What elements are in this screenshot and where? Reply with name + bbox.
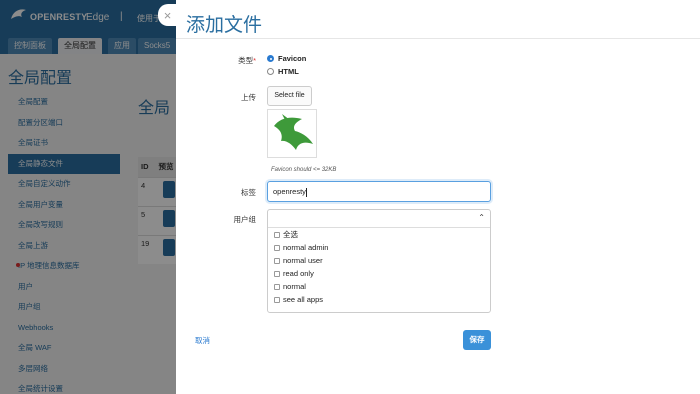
option-label: read only bbox=[283, 269, 314, 278]
favicon-preview bbox=[267, 109, 317, 158]
save-button[interactable]: 保存 bbox=[463, 330, 491, 350]
type-label: 类型* bbox=[176, 55, 256, 66]
usergroup-option[interactable]: normal bbox=[268, 280, 490, 293]
cancel-button[interactable]: 取消 bbox=[195, 335, 210, 346]
radio-html[interactable]: HTML bbox=[267, 67, 299, 76]
option-label: normal admin bbox=[283, 243, 329, 252]
usergroup-option[interactable]: normal user bbox=[268, 254, 490, 267]
text-caret bbox=[305, 187, 307, 197]
checkbox[interactable] bbox=[274, 296, 280, 303]
radio-favicon-control[interactable] bbox=[267, 55, 274, 62]
add-file-dialog: 添加文件 类型* Favicon HTML 上传 Select file Fav… bbox=[176, 0, 700, 394]
required-mark: * bbox=[253, 56, 256, 65]
radio-html-control[interactable] bbox=[267, 68, 274, 75]
usergroup-option-select-all[interactable]: 全选 bbox=[268, 228, 490, 241]
favicon-preview-image bbox=[274, 114, 313, 150]
divider bbox=[176, 38, 700, 39]
close-button[interactable]: × bbox=[158, 4, 177, 26]
favicon-size-hint: Favicon should <= 32KB bbox=[271, 167, 337, 173]
option-label: normal user bbox=[283, 256, 323, 265]
radio-favicon-label[interactable]: Favicon bbox=[278, 54, 306, 63]
upload-label: 上传 bbox=[241, 93, 256, 102]
tag-input[interactable]: openresty bbox=[267, 181, 491, 202]
usergroup-select-header[interactable]: ⌃ bbox=[268, 210, 490, 228]
close-icon: × bbox=[163, 7, 172, 23]
select-file-button[interactable]: Select file bbox=[267, 86, 312, 106]
usergroup-option[interactable]: normal admin bbox=[268, 241, 490, 254]
chevron-up-icon[interactable]: ⌃ bbox=[478, 213, 485, 222]
option-label: see all apps bbox=[283, 295, 324, 304]
checkbox[interactable] bbox=[274, 270, 280, 277]
type-label-text: 类型 bbox=[238, 56, 254, 65]
checkbox[interactable] bbox=[274, 231, 280, 238]
radio-favicon[interactable]: Favicon bbox=[267, 54, 306, 63]
option-label: normal bbox=[283, 282, 306, 291]
option-label: 全选 bbox=[283, 230, 298, 239]
usergroup-option[interactable]: see all apps bbox=[268, 293, 490, 306]
usergroup-option[interactable]: read only bbox=[268, 267, 490, 280]
checkbox[interactable] bbox=[274, 257, 280, 264]
radio-html-label[interactable]: HTML bbox=[278, 67, 299, 76]
usergroup-label: 用户组 bbox=[233, 215, 257, 224]
checkbox[interactable] bbox=[274, 283, 280, 290]
checkbox[interactable] bbox=[274, 244, 280, 251]
dialog-title: 添加文件 bbox=[186, 15, 263, 36]
tag-label: 标签 bbox=[241, 188, 256, 197]
usergroup-multiselect[interactable]: ⌃ 全选 normal admin normal user read only … bbox=[267, 209, 491, 313]
tag-input-value: openresty bbox=[273, 187, 306, 196]
